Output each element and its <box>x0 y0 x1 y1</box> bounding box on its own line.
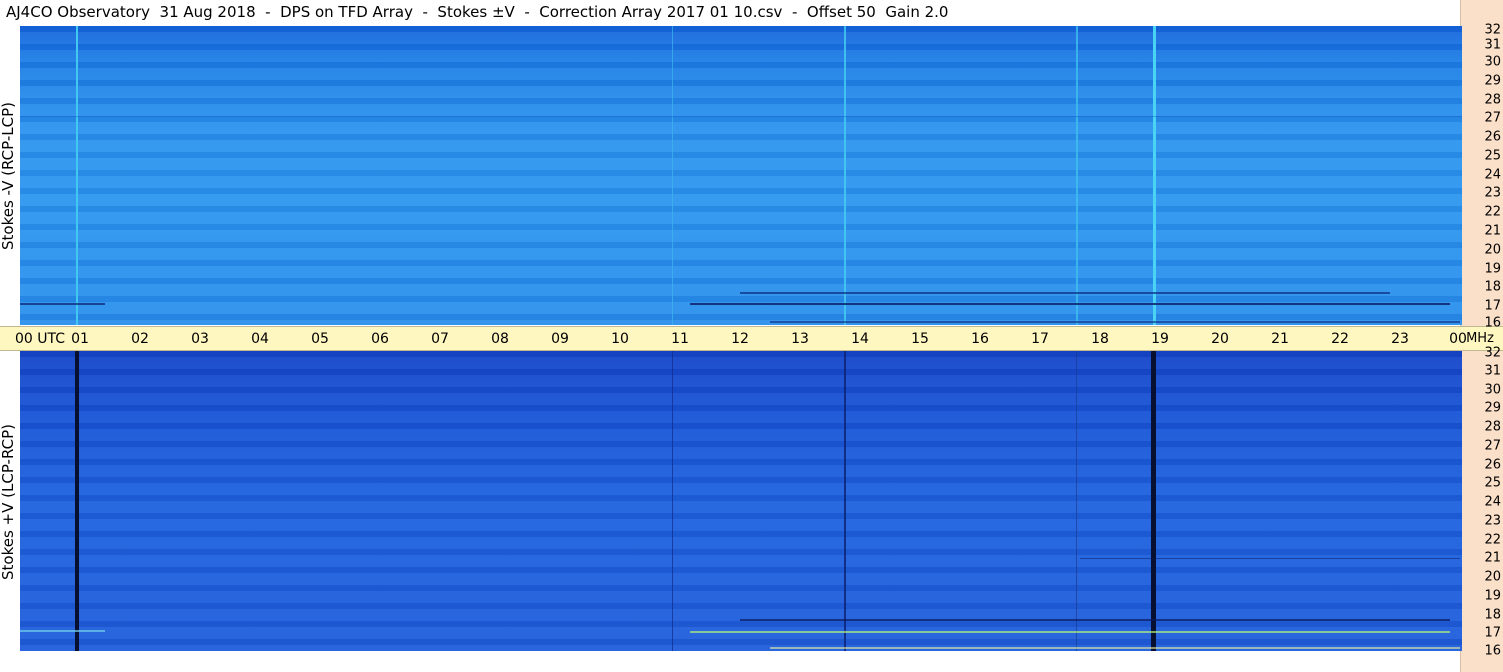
freq-tick-label: 19 <box>1484 588 1501 604</box>
freq-tick-label: 18 <box>1484 607 1501 623</box>
time-tick-label: 23 <box>1391 331 1409 347</box>
freq-tick-label: 22 <box>1484 204 1501 220</box>
freq-tick-label: 32 <box>1484 22 1501 38</box>
interference-band <box>690 631 1450 633</box>
time-tick-label: 02 <box>131 331 149 347</box>
freq-tick-label: 23 <box>1484 185 1501 201</box>
freq-tick-label: 17 <box>1484 625 1501 641</box>
interference-band <box>740 619 1450 621</box>
freq-tick-label: 20 <box>1484 242 1501 258</box>
time-tick-label: 20 <box>1211 331 1229 347</box>
top-axis-label: Stokes -V (RCP-LCP) <box>0 102 17 250</box>
time-tick-label: 18 <box>1091 331 1109 347</box>
freq-tick-label: 17 <box>1484 298 1501 314</box>
interference-band <box>20 303 105 305</box>
freq-tick-label: 21 <box>1484 550 1501 566</box>
time-tick-label: 06 <box>371 331 389 347</box>
interference-line <box>1076 26 1078 325</box>
interference-band <box>770 647 1460 649</box>
time-tick-label: 04 <box>251 331 269 347</box>
interference-band <box>1080 558 1460 559</box>
interference-band <box>740 292 1390 294</box>
interference-line <box>672 351 673 651</box>
freq-tick-label: 29 <box>1484 73 1501 89</box>
time-tick-label: 22 <box>1331 331 1349 347</box>
freq-tick-label: 20 <box>1484 569 1501 585</box>
time-tick-label: 13 <box>791 331 809 347</box>
freq-tick-label: 31 <box>1484 363 1501 379</box>
interference-band <box>690 303 1450 305</box>
freq-tick-label: 26 <box>1484 457 1501 473</box>
freq-tick-label: 16 <box>1484 643 1501 659</box>
freq-tick-label: 27 <box>1484 110 1501 126</box>
time-tick-label: 07 <box>431 331 449 347</box>
interference-line <box>76 26 78 325</box>
interference-line <box>1153 26 1156 325</box>
time-tick-label: 17 <box>1031 331 1049 347</box>
time-tick-label: 12 <box>731 331 749 347</box>
interference-band <box>770 321 1460 323</box>
time-tick-label: 08 <box>491 331 509 347</box>
freq-tick-label: 28 <box>1484 419 1501 435</box>
time-tick-label: 00 UTC <box>14 331 66 347</box>
frequency-unit-label: MHz <box>1466 331 1494 346</box>
interference-line <box>1151 351 1156 651</box>
freq-tick-label: 31 <box>1484 37 1501 53</box>
time-tick-label: 11 <box>671 331 689 347</box>
freq-tick-label: 30 <box>1484 382 1501 398</box>
freq-tick-label: 30 <box>1484 54 1501 70</box>
time-tick-label: 03 <box>191 331 209 347</box>
freq-tick-label: 24 <box>1484 494 1501 510</box>
time-tick-label: 05 <box>311 331 329 347</box>
freq-tick-label: 25 <box>1484 475 1501 491</box>
freq-tick-label: 24 <box>1484 167 1501 183</box>
interference-band <box>20 116 1462 117</box>
time-tick-label: 21 <box>1271 331 1289 347</box>
time-tick-label: 09 <box>551 331 569 347</box>
time-tick-label: 14 <box>851 331 869 347</box>
interference-line <box>1076 351 1077 651</box>
interference-line <box>844 26 846 325</box>
freq-tick-label: 25 <box>1484 148 1501 164</box>
freq-tick-label: 27 <box>1484 438 1501 454</box>
freq-tick-label: 22 <box>1484 532 1501 548</box>
interference-line <box>844 351 846 651</box>
freq-tick-label: 29 <box>1484 400 1501 416</box>
utc-time-axis: 00 UTC 01 02 03 04 05 06 07 08 09 10 11 … <box>0 326 1503 351</box>
spectrogram-top <box>20 26 1462 325</box>
bottom-axis-label: Stokes +V (LCP-RCP) <box>0 424 17 580</box>
freq-tick-label: 21 <box>1484 223 1501 239</box>
time-tick-label: 15 <box>911 331 929 347</box>
freq-tick-label: 16 <box>1484 315 1501 331</box>
spectrogram-bottom <box>20 351 1462 651</box>
interference-line <box>672 26 673 325</box>
interference-band <box>20 630 105 632</box>
freq-tick-label: 26 <box>1484 129 1501 145</box>
time-tick-label: 16 <box>971 331 989 347</box>
freq-tick-label: 19 <box>1484 261 1501 277</box>
time-tick-label: 00 <box>1449 331 1467 347</box>
freq-tick-label: 32 <box>1484 345 1501 361</box>
freq-tick-label: 18 <box>1484 279 1501 295</box>
chart-title: AJ4CO Observatory 31 Aug 2018 - DPS on T… <box>6 3 949 21</box>
interference-line <box>75 351 79 651</box>
freq-tick-label: 23 <box>1484 513 1501 529</box>
time-tick-label: 10 <box>611 331 629 347</box>
time-tick-label: 01 <box>71 331 89 347</box>
time-tick-label: 19 <box>1151 331 1169 347</box>
freq-tick-label: 28 <box>1484 92 1501 108</box>
